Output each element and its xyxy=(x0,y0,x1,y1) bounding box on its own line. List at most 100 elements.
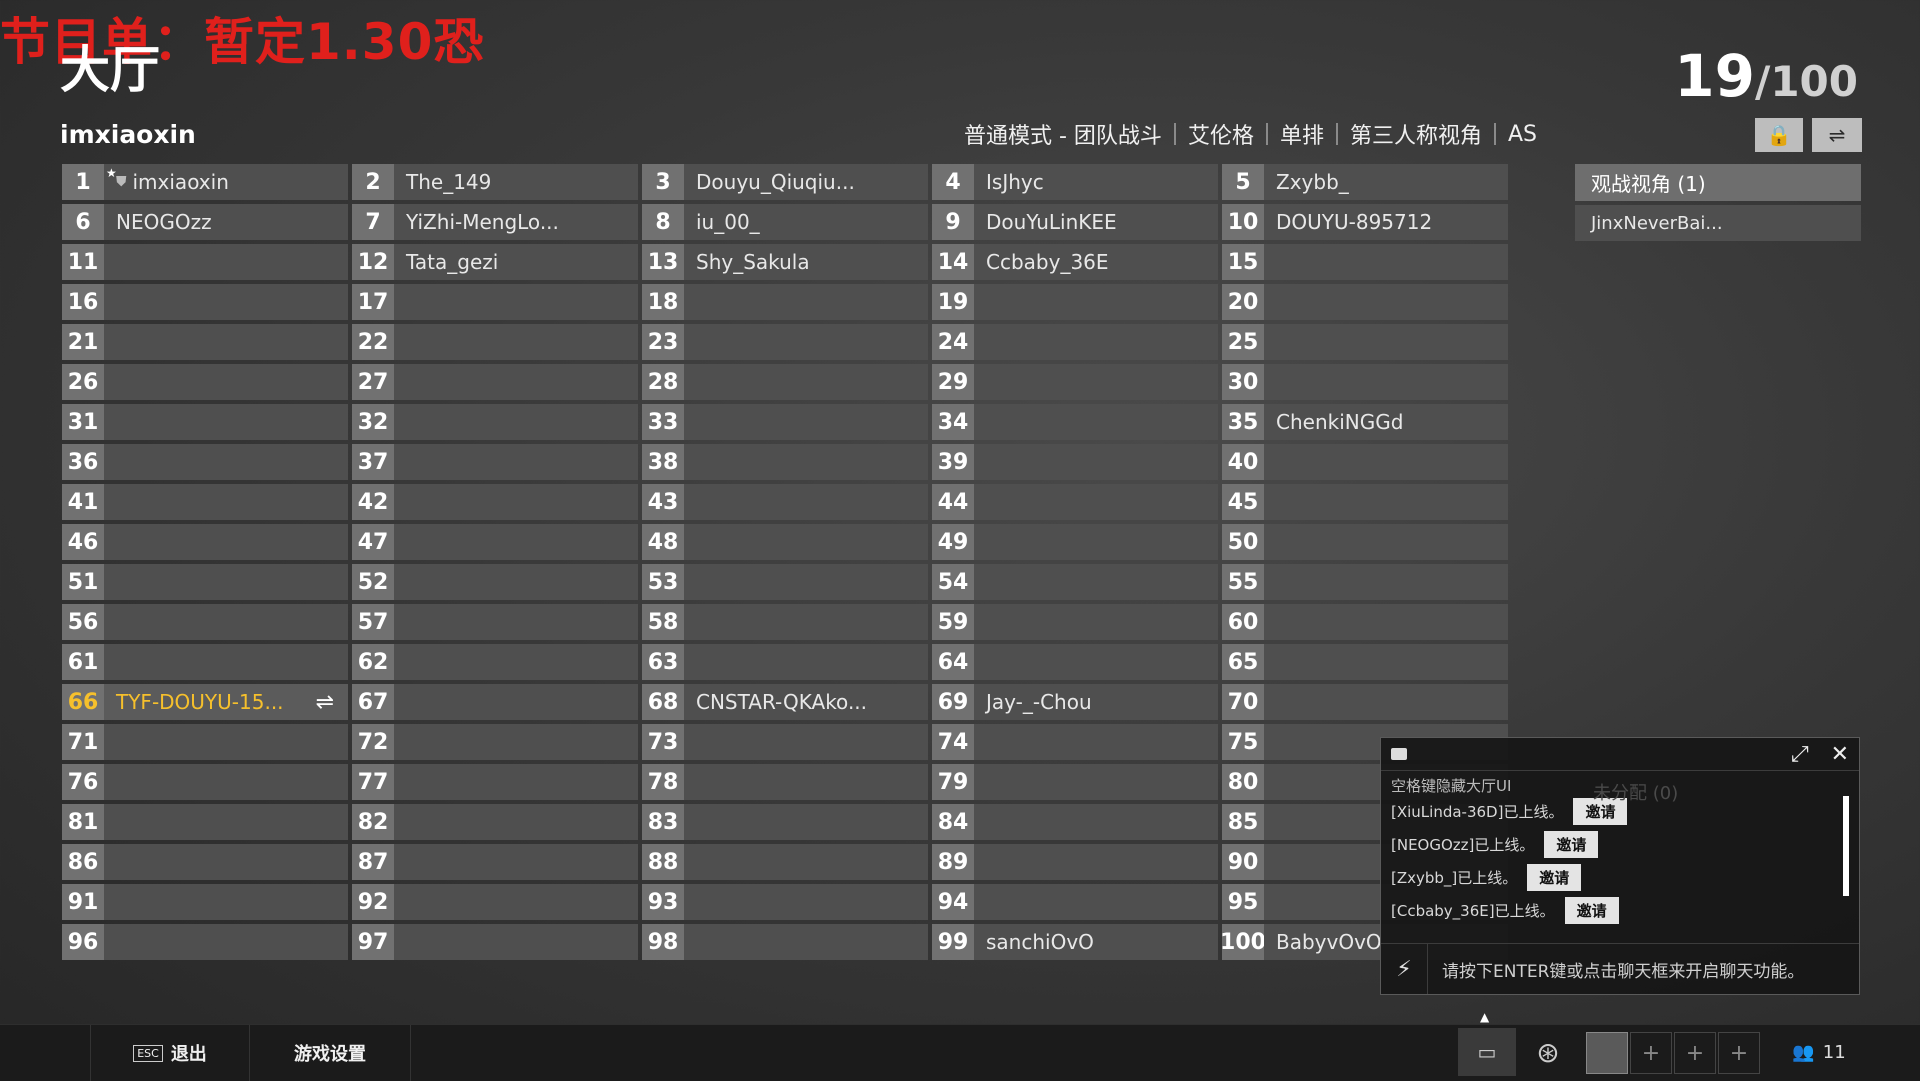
slot-66[interactable]: 66 TYF-DOUYU-15... ⇌ xyxy=(62,684,348,720)
close-icon[interactable]: ✕ xyxy=(1831,742,1849,767)
slot-88[interactable]: 88 xyxy=(642,844,928,880)
slot-9[interactable]: 9 DouYuLinKEE xyxy=(932,204,1218,240)
slot-8[interactable]: 8 iu_00_ xyxy=(642,204,928,240)
invite-button[interactable]: 邀请 xyxy=(1544,831,1599,858)
slot-89[interactable]: 89 xyxy=(932,844,1218,880)
slot-92[interactable]: 92 xyxy=(352,884,638,920)
swap-slot-icon[interactable]: ⇌ xyxy=(316,690,334,715)
slot-99[interactable]: 99 sanchiOvO xyxy=(932,924,1218,960)
slot-17[interactable]: 17 xyxy=(352,284,638,320)
avatar[interactable] xyxy=(1586,1032,1628,1074)
slot-63[interactable]: 63 xyxy=(642,644,928,680)
slot-64[interactable]: 64 xyxy=(932,644,1218,680)
slot-70[interactable]: 70 xyxy=(1222,684,1508,720)
lightning-icon[interactable]: ⚡ xyxy=(1381,944,1428,994)
slot-74[interactable]: 74 xyxy=(932,724,1218,760)
slot-16[interactable]: 16 xyxy=(62,284,348,320)
slot-77[interactable]: 77 xyxy=(352,764,638,800)
slot-57[interactable]: 57 xyxy=(352,604,638,640)
slot-11[interactable]: 11 xyxy=(62,244,348,280)
slot-91[interactable]: 91 xyxy=(62,884,348,920)
globe-button[interactable]: ⊛ xyxy=(1520,1028,1576,1076)
slot-34[interactable]: 34 xyxy=(932,404,1218,440)
slot-4[interactable]: 4 IsJhyc xyxy=(932,164,1218,200)
slot-87[interactable]: 87 xyxy=(352,844,638,880)
slot-67[interactable]: 67 xyxy=(352,684,638,720)
slot-79[interactable]: 79 xyxy=(932,764,1218,800)
slot-6[interactable]: 6 NEOGOzz xyxy=(62,204,348,240)
slot-20[interactable]: 20 xyxy=(1222,284,1508,320)
slot-35[interactable]: 35 ChenkiNGGd xyxy=(1222,404,1508,440)
chat-input[interactable]: ⚡ 请按下ENTER键或点击聊天框来开启聊天功能。 xyxy=(1381,943,1859,994)
slot-24[interactable]: 24 xyxy=(932,324,1218,360)
slot-25[interactable]: 25 xyxy=(1222,324,1508,360)
slot-69[interactable]: 69 Jay-_-Chou xyxy=(932,684,1218,720)
invite-button[interactable]: 邀请 xyxy=(1564,897,1619,924)
slot-36[interactable]: 36 xyxy=(62,444,348,480)
slot-48[interactable]: 48 xyxy=(642,524,928,560)
slot-46[interactable]: 46 xyxy=(62,524,348,560)
slot-21[interactable]: 21 xyxy=(62,324,348,360)
slot-29[interactable]: 29 xyxy=(932,364,1218,400)
slot-19[interactable]: 19 xyxy=(932,284,1218,320)
slot-42[interactable]: 42 xyxy=(352,484,638,520)
slot-3[interactable]: 3 Douyu_Qiuqiu... xyxy=(642,164,928,200)
slot-31[interactable]: 31 xyxy=(62,404,348,440)
slot-13[interactable]: 13 Shy_Sakula xyxy=(642,244,928,280)
slot-94[interactable]: 94 xyxy=(932,884,1218,920)
invite-button[interactable]: 邀请 xyxy=(1527,864,1582,891)
slot-52[interactable]: 52 xyxy=(352,564,638,600)
friends-button[interactable]: 👥 11 xyxy=(1784,1028,1854,1076)
add-squad-member-button[interactable]: + xyxy=(1674,1032,1716,1074)
slot-58[interactable]: 58 xyxy=(642,604,928,640)
slot-53[interactable]: 53 xyxy=(642,564,928,600)
slot-27[interactable]: 27 xyxy=(352,364,638,400)
slot-1[interactable]: ★ 1 ⛊ imxiaoxin xyxy=(62,164,348,200)
slot-14[interactable]: 14 Ccbaby_36E xyxy=(932,244,1218,280)
exit-button[interactable]: ESC 退出 xyxy=(90,1025,250,1081)
slot-10[interactable]: 10 DOUYU-895712 xyxy=(1222,204,1508,240)
slot-55[interactable]: 55 xyxy=(1222,564,1508,600)
slot-12[interactable]: 12 Tata_gezi xyxy=(352,244,638,280)
slot-40[interactable]: 40 xyxy=(1222,444,1508,480)
slot-47[interactable]: 47 xyxy=(352,524,638,560)
slot-18[interactable]: 18 xyxy=(642,284,928,320)
add-squad-member-button[interactable]: + xyxy=(1718,1032,1760,1074)
slot-61[interactable]: 61 xyxy=(62,644,348,680)
slot-73[interactable]: 73 xyxy=(642,724,928,760)
slot-81[interactable]: 81 xyxy=(62,804,348,840)
slot-45[interactable]: 45 xyxy=(1222,484,1508,520)
swap-button[interactable]: ⇌ xyxy=(1812,118,1862,152)
slot-49[interactable]: 49 xyxy=(932,524,1218,560)
slot-51[interactable]: 51 xyxy=(62,564,348,600)
slot-54[interactable]: 54 xyxy=(932,564,1218,600)
slot-93[interactable]: 93 xyxy=(642,884,928,920)
slot-62[interactable]: 62 xyxy=(352,644,638,680)
slot-37[interactable]: 37 xyxy=(352,444,638,480)
game-settings-button[interactable]: 游戏设置 xyxy=(249,1025,411,1081)
slot-82[interactable]: 82 xyxy=(352,804,638,840)
slot-68[interactable]: 68 CNSTAR-QKAko... xyxy=(642,684,928,720)
chat-toggle-button[interactable]: ▭ xyxy=(1458,1028,1516,1076)
expand-icon[interactable]: ⤢ xyxy=(1791,742,1809,767)
chat-scrollbar[interactable] xyxy=(1843,796,1849,896)
slot-23[interactable]: 23 xyxy=(642,324,928,360)
slot-5[interactable]: 5 Zxybb_ xyxy=(1222,164,1508,200)
spectator-header[interactable]: 观战视角 (1) xyxy=(1575,164,1861,201)
slot-97[interactable]: 97 xyxy=(352,924,638,960)
slot-28[interactable]: 28 xyxy=(642,364,928,400)
slot-60[interactable]: 60 xyxy=(1222,604,1508,640)
slot-2[interactable]: 2 The_149 xyxy=(352,164,638,200)
slot-76[interactable]: 76 xyxy=(62,764,348,800)
slot-15[interactable]: 15 xyxy=(1222,244,1508,280)
slot-65[interactable]: 65 xyxy=(1222,644,1508,680)
slot-71[interactable]: 71 xyxy=(62,724,348,760)
slot-7[interactable]: 7 YiZhi-MengLo... xyxy=(352,204,638,240)
spectator-member[interactable]: JinxNeverBai... xyxy=(1575,205,1861,241)
slot-96[interactable]: 96 xyxy=(62,924,348,960)
slot-59[interactable]: 59 xyxy=(932,604,1218,640)
slot-32[interactable]: 32 xyxy=(352,404,638,440)
slot-86[interactable]: 86 xyxy=(62,844,348,880)
slot-22[interactable]: 22 xyxy=(352,324,638,360)
slot-44[interactable]: 44 xyxy=(932,484,1218,520)
